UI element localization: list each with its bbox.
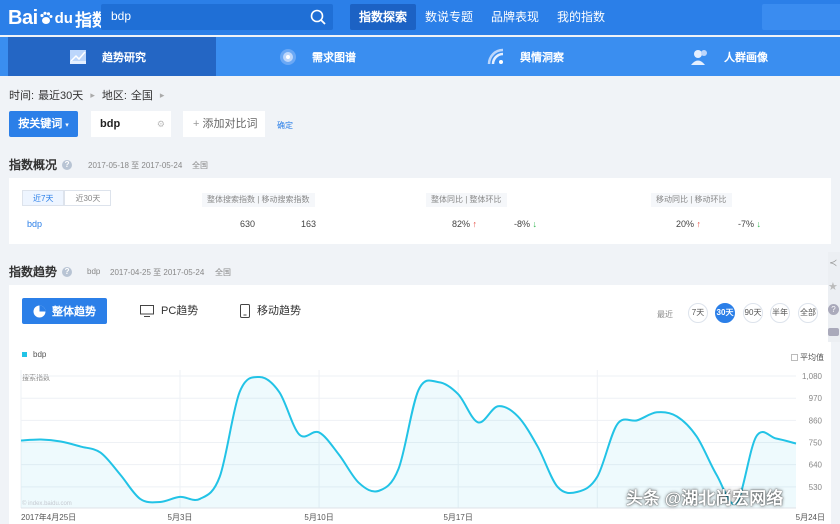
share-icon[interactable]: ≺ [829,258,837,269]
x-tick-label: 5月24日 [796,513,825,522]
y-tick-label: 750 [809,439,823,448]
chat-icon[interactable] [828,328,839,336]
y-tick-label: 970 [809,394,823,403]
star-icon[interactable]: ★ [828,280,838,293]
x-tick-label: 5月10日 [304,513,333,522]
y-tick-label: 860 [809,416,823,425]
y-tick-label: 530 [809,483,823,492]
trend-chart[interactable]: 1,080 970 860 750 640 530 2017年4月25日 5月3日 5月10日 5… [0,0,840,524]
help-icon[interactable]: ? [828,304,839,315]
watermark: 头条 @湖北尚宏网络 [626,489,784,508]
x-tick-label: 2017年4月25日 [21,512,76,522]
y-tick-label: 640 [809,461,823,470]
x-tick-label: 5月3日 [168,513,193,522]
source-credit: © index.baidu.com [22,500,72,507]
y-tick-label: 1,080 [802,372,823,381]
side-toolbar: ≺ ★ ? [828,252,840,342]
x-tick-label: 5月17日 [443,513,472,522]
